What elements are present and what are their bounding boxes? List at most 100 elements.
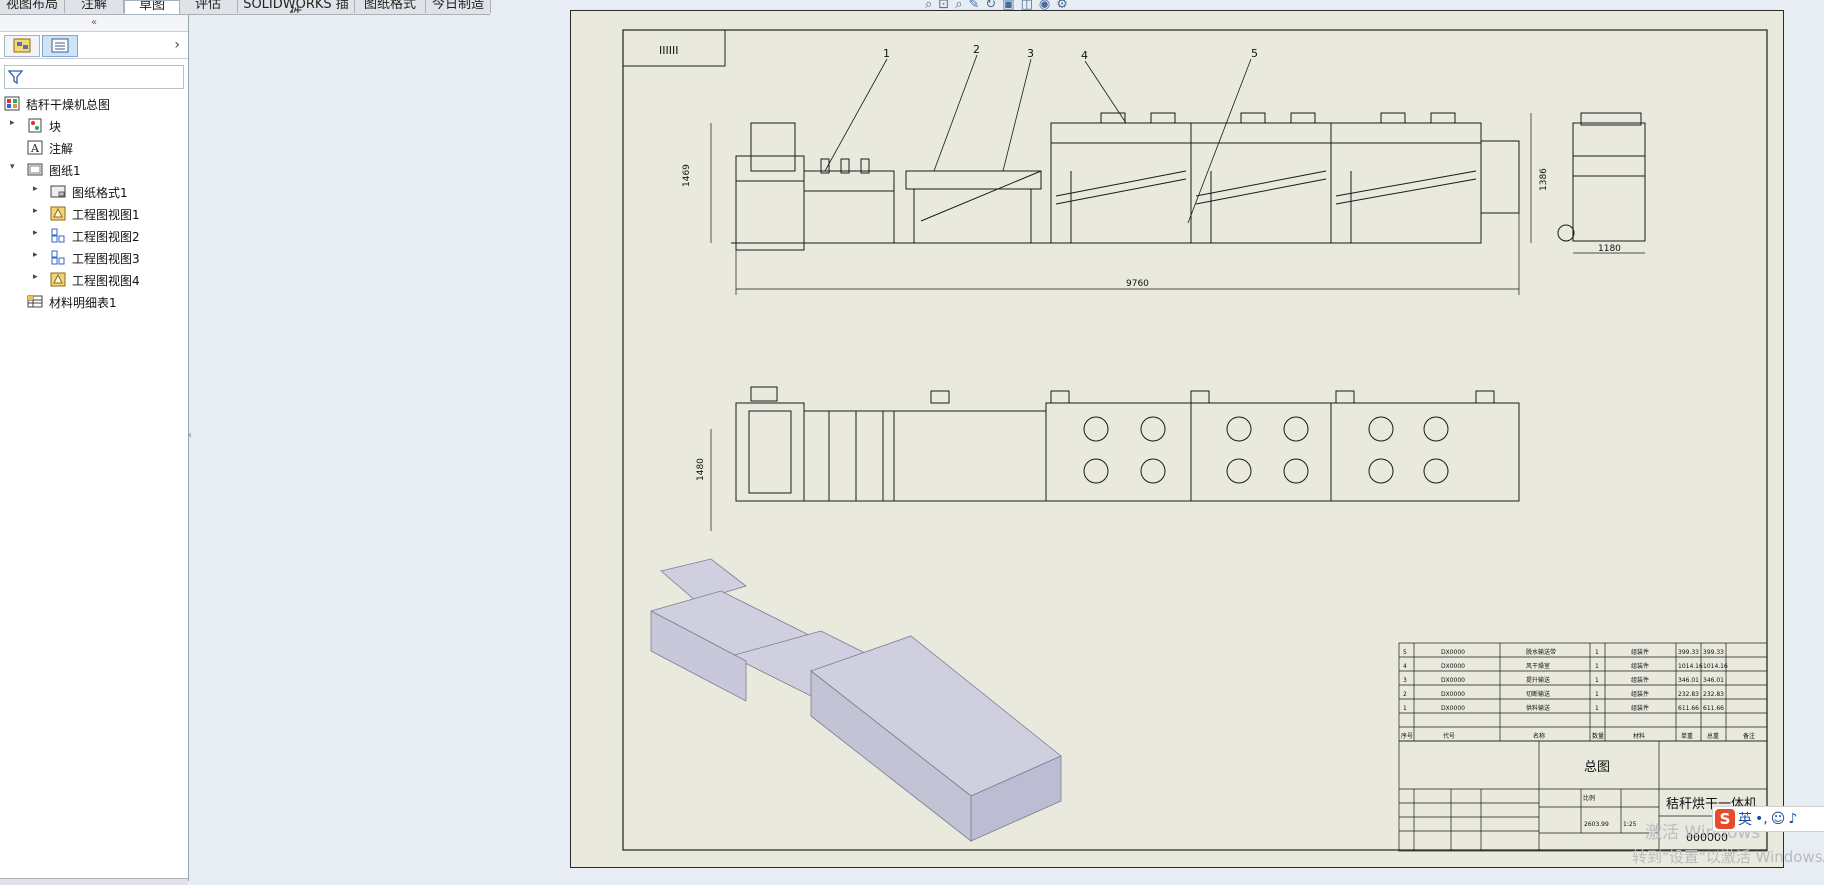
ime-language-toggle[interactable]: 英 (1738, 809, 1752, 829)
tree-root[interactable]: 秸秆干燥机总图 (0, 93, 188, 115)
top-view (735, 386, 1520, 502)
expand-arrow-icon[interactable]: ▸ (33, 272, 38, 282)
bom-rows: 5 DX0000 脱水输送带 1 组装件 399.33 399.33 4 DX0… (1401, 648, 1755, 740)
punctuation-icon[interactable]: •, (1755, 811, 1768, 827)
tab-sketch[interactable]: 草图 (124, 0, 180, 14)
emoji-icon[interactable]: ☺ (1771, 811, 1786, 827)
tree-filter-input[interactable] (4, 65, 184, 89)
tree-item-drawing-view2[interactable]: ▸ 工程图视图2 (0, 225, 188, 247)
expand-arrow-icon[interactable]: ▸ (33, 184, 38, 194)
tree-item-drawing-view3[interactable]: ▸ 工程图视图3 (0, 247, 188, 269)
bom-row-4-name: 风干燥室 (1526, 662, 1550, 670)
feature-manager-tab[interactable] (4, 35, 40, 57)
expand-arrow-icon[interactable]: ▸ (33, 228, 38, 238)
bom-row-1-qty: 1 (1595, 705, 1599, 712)
tree-item-drawing-view4[interactable]: ▸ 工程图视图4 (0, 269, 188, 291)
bom-row-4-no: 4 (1403, 663, 1407, 670)
svg-text:A: A (30, 142, 40, 155)
drawing-document-icon (4, 96, 20, 111)
windows-activation-hint: 转到"设置"以激活 Windows。 (1632, 848, 1824, 866)
bom-row-3-qty: 1 (1595, 677, 1599, 684)
bom-row-2-total-weight: 232.83 (1703, 691, 1724, 698)
tab-sheet-format[interactable]: 图纸格式 (355, 0, 426, 13)
panel-tabs: › (0, 32, 188, 59)
bom-table-icon (27, 295, 43, 308)
property-manager-tab[interactable] (42, 35, 78, 57)
bom-row-5-code: DX0000 (1441, 649, 1465, 656)
drawing-sheet[interactable]: IIIIII 1469 1386 1180 9760 1480 1 2 3 4 … (570, 10, 1784, 868)
feature-tree-icon (13, 38, 31, 53)
dimension-top-width: 1480 (696, 458, 706, 481)
bom-header-code: 代号 (1443, 732, 1455, 740)
ribbon-tab-bar: 视图布局 注解 草图 评估 SOLIDWORKS 插件 图纸格式 今日制造 (0, 0, 491, 15)
dimension-side-width: 1180 (1598, 244, 1621, 254)
tab-solidworks-addins[interactable]: SOLIDWORKS 插件 (238, 0, 355, 13)
projected-view-icon (51, 250, 65, 265)
front-view (731, 112, 1646, 251)
tab-view-layout[interactable]: 视图布局 (0, 0, 65, 13)
tab-annotation[interactable]: 注解 (65, 0, 124, 13)
drawing-view-icon (50, 206, 66, 221)
bom-header-name: 名称 (1533, 732, 1545, 740)
tree-item-sheet-format1[interactable]: ▸ 图纸格式1 (0, 181, 188, 203)
drawing-canvas: IIIIII 1469 1386 1180 9760 1480 1 2 3 4 … (622, 29, 1768, 852)
tree-item-label: 材料明细表1 (49, 296, 117, 310)
bom-row-5-unit-weight: 399.33 (1678, 649, 1699, 656)
bom-row-2-qty: 1 (1595, 691, 1599, 698)
bom-header-no: 序号 (1401, 732, 1413, 740)
expand-arrow-icon[interactable]: ▸ (33, 250, 38, 260)
tree-item-bom-table1[interactable]: 材料明细表1 (0, 291, 188, 313)
ime-toolbar[interactable]: S 英 •, ☺ ♪ (1712, 806, 1824, 832)
property-list-icon (51, 38, 69, 53)
tree-item-sheet1[interactable]: ▾ 图纸1 (0, 159, 188, 181)
drawing-view-icon (50, 272, 66, 287)
balloon-2[interactable]: 2 (973, 43, 980, 56)
bom-header-material: 材料 (1633, 732, 1645, 740)
panel-splitter[interactable]: ‹ (188, 400, 196, 472)
title-block-main-title: 总图 (1584, 760, 1610, 775)
isometric-view (649, 558, 1062, 842)
bom-row-5-qty: 1 (1595, 649, 1599, 656)
title-block-scale-value: 1:25 (1623, 821, 1637, 828)
bom-row-3-no: 3 (1403, 677, 1407, 684)
balloon-3[interactable]: 3 (1027, 47, 1034, 60)
expand-arrow-icon[interactable]: ▸ (10, 118, 15, 128)
chevron-right-icon[interactable]: › (174, 37, 180, 53)
tree-item-drawing-view1[interactable]: ▸ 工程图视图1 (0, 203, 188, 225)
bom-row-4-unit-weight: 1014.16 (1678, 663, 1703, 670)
bom-header-total-weight: 总重 (1707, 732, 1719, 740)
bom-header-remark: 备注 (1743, 732, 1755, 740)
bom-row-2-unit-weight: 232.83 (1678, 691, 1699, 698)
balloon-5[interactable]: 5 (1251, 47, 1258, 60)
bom-row-3-name: 提升输送 (1526, 676, 1550, 684)
bom-row-1-code: DX0000 (1441, 705, 1465, 712)
bom-row-3-unit-weight: 346.01 (1678, 677, 1699, 684)
bom-row-3-total-weight: 346.01 (1703, 677, 1724, 684)
balloon-leaders (824, 54, 1252, 224)
bom-row-1-total-weight: 611.66 (1703, 705, 1724, 712)
balloon-1[interactable]: 1 (883, 47, 890, 60)
bom-row-1-no: 1 (1403, 705, 1407, 712)
dimension-lines (710, 113, 1645, 531)
tree-item-blocks[interactable]: ▸ 块 (0, 115, 188, 137)
bom-row-4-material: 组装件 (1631, 662, 1649, 670)
panel-collapse-handle[interactable]: « (0, 15, 188, 32)
tab-make-today[interactable]: 今日制造 (426, 0, 491, 13)
collapse-arrow-icon[interactable]: ▾ (10, 162, 15, 172)
tree-item-annotations[interactable]: A 注解 (0, 137, 188, 159)
sheet-icon (27, 163, 43, 176)
expand-arrow-icon[interactable]: ▸ (33, 206, 38, 216)
microphone-icon[interactable]: ♪ (1788, 811, 1797, 827)
dimension-front-height: 1469 (682, 164, 692, 187)
tree-root-label: 秸秆干燥机总图 (26, 98, 111, 112)
bom-row-5-material: 组装件 (1631, 648, 1649, 656)
sheet-format-icon (50, 185, 66, 198)
tree-item-label: 注解 (49, 142, 74, 156)
balloon-4[interactable]: 4 (1081, 49, 1088, 62)
tree-item-label: 工程图视图3 (72, 252, 140, 266)
bom-row-3-material: 组装件 (1631, 676, 1649, 684)
feature-tree: 秸秆干燥机总图 ▸ 块 A 注解 ▾ 图纸1 ▸ 图纸格式1 ▸ 工程图视图1 (0, 93, 188, 313)
bom-header-unit-weight: 单重 (1681, 732, 1693, 740)
bom-row-2-name: 切断输送 (1526, 690, 1550, 698)
tab-evaluate[interactable]: 评估 (179, 0, 238, 13)
